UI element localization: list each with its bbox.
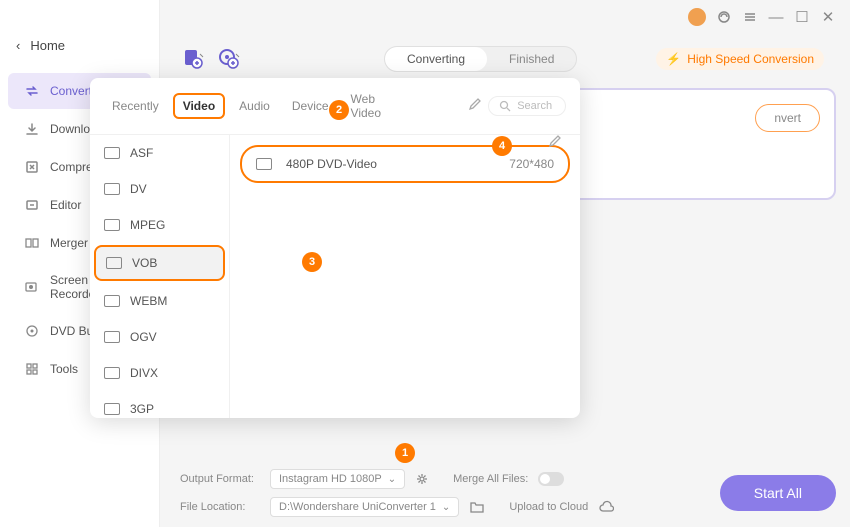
file-location-select[interactable]: D:\Wondershare UniConverter 1 ⌄: [270, 497, 459, 517]
search-placeholder: Search: [517, 100, 552, 112]
menu-icon[interactable]: [742, 9, 758, 25]
format-icon: [104, 367, 120, 379]
tab-web-video[interactable]: Web Video: [343, 88, 401, 124]
open-folder-icon[interactable]: [469, 500, 485, 514]
format-icon: [104, 147, 120, 159]
back-icon: ‹: [16, 38, 20, 53]
step-badge-3: 3: [302, 252, 322, 272]
format-icon: [104, 295, 120, 307]
format-dv[interactable]: DV: [90, 171, 229, 207]
dvd-icon: [24, 323, 40, 339]
bolt-icon: ⚡: [666, 52, 681, 66]
upload-cloud-label: Upload to Cloud: [509, 501, 588, 513]
chevron-down-icon: ⌄: [388, 474, 396, 485]
file-location-value: D:\Wondershare UniConverter 1: [279, 501, 436, 513]
user-avatar[interactable]: [688, 8, 706, 26]
preset-resolution: 720*480: [509, 157, 554, 171]
step-badge-1: 1: [395, 443, 415, 463]
format-3gp[interactable]: 3GP: [90, 391, 229, 418]
format-list[interactable]: ASF DV MPEG VOB WEBM OGV DIVX 3GP: [90, 135, 230, 418]
tab-audio[interactable]: Audio: [231, 95, 278, 117]
sidebar-item-label: Editor: [50, 198, 81, 212]
settings-icon[interactable]: [415, 472, 429, 486]
convert-button[interactable]: nvert: [755, 104, 820, 132]
maximize-button[interactable]: ☐: [794, 9, 810, 25]
tab-video[interactable]: Video: [173, 93, 225, 119]
preset-480p-dvd[interactable]: 480P DVD-Video 720*480: [240, 145, 570, 183]
sidebar-item-label: Tools: [50, 362, 78, 376]
merge-label: Merge All Files:: [453, 473, 528, 485]
format-asf[interactable]: ASF: [90, 135, 229, 171]
add-dvd-button[interactable]: [218, 48, 240, 70]
format-dropdown: Recently Video Audio Device Web Video Se…: [90, 78, 580, 418]
step-badge-2: 2: [329, 100, 349, 120]
tab-finished[interactable]: Finished: [487, 47, 576, 71]
compressor-icon: [24, 159, 40, 175]
output-format-value: Instagram HD 1080P: [279, 473, 382, 485]
close-button[interactable]: ✕: [820, 9, 836, 25]
sidebar-item-label: Merger: [50, 236, 88, 250]
minimize-button[interactable]: —: [768, 9, 784, 25]
tab-converting[interactable]: Converting: [385, 47, 487, 71]
format-search[interactable]: Search: [488, 96, 566, 116]
add-file-button[interactable]: [182, 48, 204, 70]
format-divx[interactable]: DIVX: [90, 355, 229, 391]
format-icon: [106, 257, 122, 269]
search-icon: [499, 100, 511, 112]
cloud-icon[interactable]: [598, 500, 614, 514]
home-button[interactable]: ‹ Home: [0, 28, 159, 63]
high-speed-button[interactable]: ⚡ High Speed Conversion: [656, 48, 824, 70]
merge-toggle[interactable]: [538, 472, 564, 486]
merger-icon: [24, 235, 40, 251]
chevron-down-icon: ⌄: [442, 502, 450, 513]
format-icon: [104, 183, 120, 195]
downloader-icon: [24, 121, 40, 137]
editor-icon: [24, 197, 40, 213]
preset-name: 480P DVD-Video: [286, 157, 377, 171]
start-all-button[interactable]: Start All: [720, 475, 836, 511]
format-icon: [104, 331, 120, 343]
edit-file-icon[interactable]: [468, 97, 482, 115]
format-ogv[interactable]: OGV: [90, 319, 229, 355]
format-icon: [104, 219, 120, 231]
format-mpeg[interactable]: MPEG: [90, 207, 229, 243]
format-icon: [104, 403, 120, 415]
recorder-icon: [24, 279, 40, 295]
edit-preset-icon[interactable]: [548, 135, 564, 150]
home-label: Home: [30, 38, 65, 53]
output-format-label: Output Format:: [180, 473, 260, 485]
file-location-label: File Location:: [180, 501, 260, 513]
support-icon[interactable]: [716, 9, 732, 25]
format-vob[interactable]: VOB: [94, 245, 225, 281]
converter-icon: [24, 83, 40, 99]
tab-recently[interactable]: Recently: [104, 95, 167, 117]
status-tabs: Converting Finished: [384, 46, 577, 72]
preset-icon: [256, 158, 272, 170]
tools-icon: [24, 361, 40, 377]
step-badge-4: 4: [492, 136, 512, 156]
format-webm[interactable]: WEBM: [90, 283, 229, 319]
high-speed-label: High Speed Conversion: [687, 52, 814, 66]
output-format-select[interactable]: Instagram HD 1080P ⌄: [270, 469, 405, 489]
